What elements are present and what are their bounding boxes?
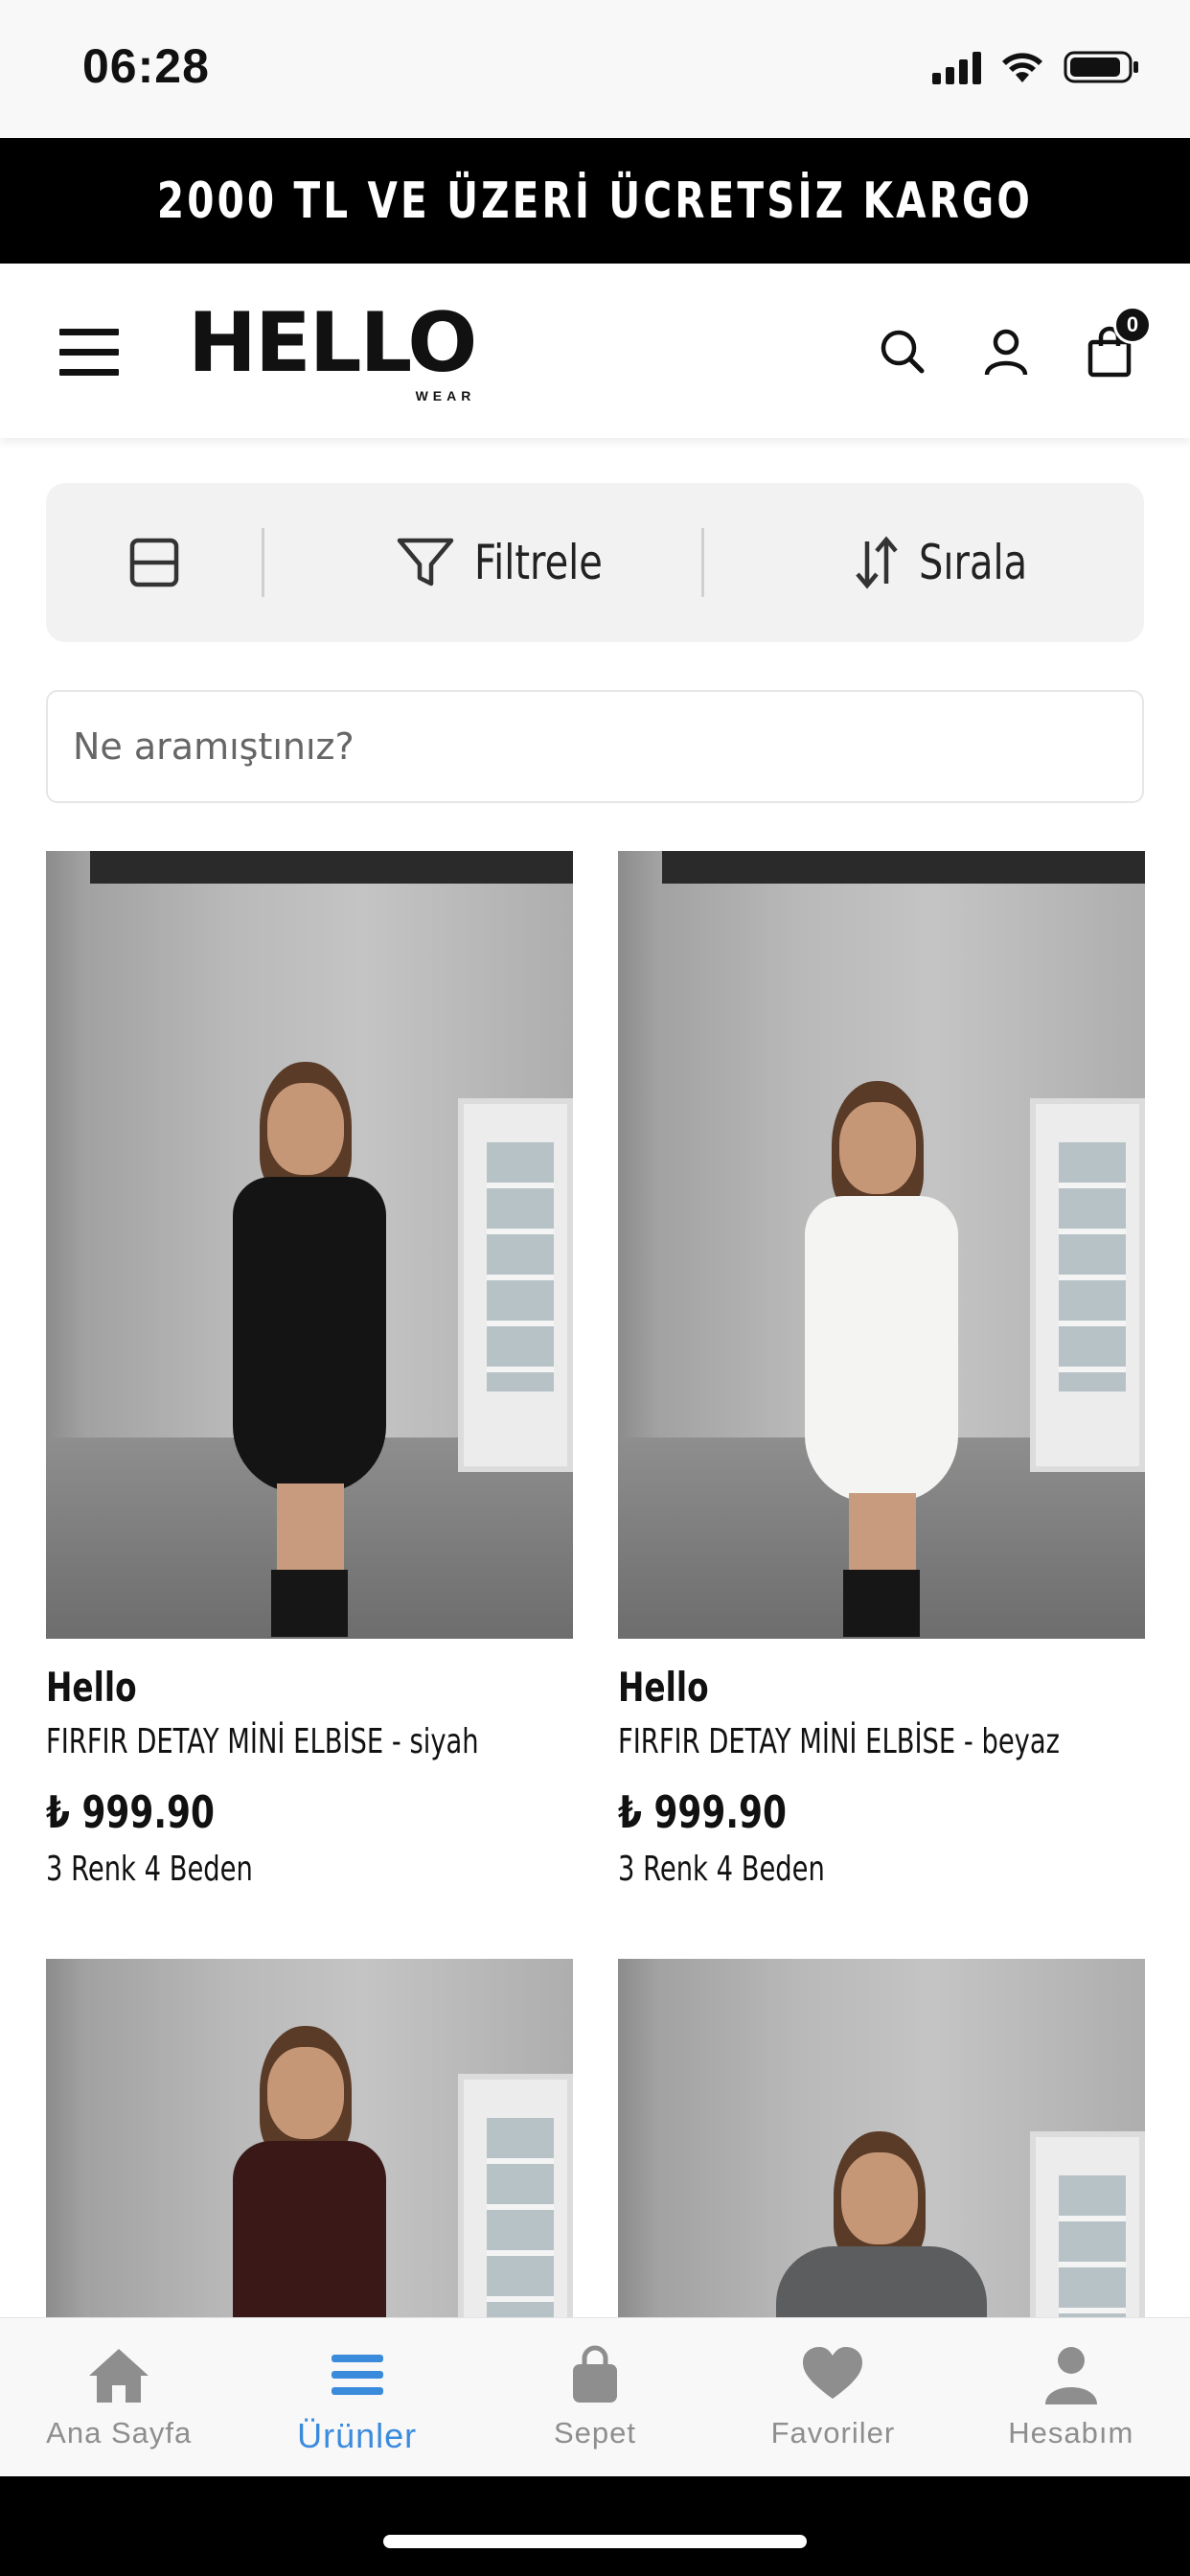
product-image[interactable] [618,851,1145,1639]
filter-button[interactable]: Filtrele [264,483,701,642]
logo[interactable]: HELLO WEAR [188,295,477,403]
tab-ana-sayfa[interactable]: Ana Sayfa [0,2318,238,2476]
product-brand: Hello [618,1664,709,1711]
tab-sepet[interactable]: Sepet [476,2318,714,2476]
tab-label: Ürünler [297,2416,418,2455]
promo-banner[interactable]: 2000 TL VE ÜZERİ ÜCRETSİZ KARGO [0,138,1190,264]
filter-icon [397,538,454,586]
home-icon [89,2349,149,2403]
grid-layout-icon [129,538,178,587]
bag-icon [573,2345,618,2403]
header: HELLO WEAR 0 [0,264,1190,438]
sort-label: Sırala [918,535,1027,590]
product-price: ₺ 999.90 [46,1786,215,1838]
user-icon[interactable] [977,323,1035,380]
product-name[interactable]: FIRFIR DETAY MİNİ ELBİSE - siyah [46,1722,479,1761]
tab-label: Ana Sayfa [46,2416,193,2450]
search-box [46,690,1144,803]
status-time: 06:28 [82,39,210,93]
battery-icon [1064,51,1138,83]
wifi-icon [1002,53,1042,82]
cellular-signal-icon [932,50,981,84]
tab-urunler[interactable]: Ürünler [238,2318,475,2476]
product-name[interactable]: FIRFIR DETAY MİNİ ELBİSE - beyaz [618,1722,1060,1761]
promo-text: 2000 TL VE ÜZERİ ÜCRETSİZ KARGO [156,172,1034,230]
list-icon [331,2355,383,2395]
product-image[interactable] [618,1959,1145,2323]
search-icon[interactable] [874,323,931,380]
tab-label: Hesabım [1008,2416,1134,2450]
bottom-tab-bar: Ana Sayfa Ürünler Sepet Favoriler Hesabı… [0,2317,1190,2476]
tab-hesabim[interactable]: Hesabım [952,2318,1190,2476]
cart-button[interactable]: 0 [1081,306,1152,380]
filter-label: Filtrele [474,535,603,590]
person-icon [1044,2347,1097,2404]
status-bar: 06:28 [0,0,1190,138]
tab-label: Favoriler [770,2416,896,2450]
sort-button[interactable]: Sırala [704,483,1144,642]
tab-favoriler[interactable]: Favoriler [714,2318,951,2476]
status-icons [932,50,1140,84]
product-variants: 3 Renk 4 Beden [618,1850,825,1889]
product-brand: Hello [46,1664,137,1711]
product-variants: 3 Renk 4 Beden [46,1850,253,1889]
home-indicator[interactable] [383,2535,807,2548]
product-card[interactable]: Hello FIRFIR DETAY MİNİ ELBİSE - siyah ₺… [46,851,573,1889]
product-image[interactable] [46,851,573,1639]
home-indicator-area [0,2476,1190,2576]
sort-icon [855,536,898,589]
search-input[interactable] [73,725,1142,768]
product-price: ₺ 999.90 [618,1786,787,1838]
product-image[interactable] [46,1959,573,2323]
menu-icon[interactable] [59,329,121,379]
logo-text: HELLO [188,295,477,391]
heart-icon [803,2347,863,2399]
product-card[interactable] [46,1959,573,2323]
product-toolbar: Filtrele Sırala [46,483,1144,642]
logo-subtext: WEAR [415,388,476,403]
tab-label: Sepet [554,2416,637,2450]
product-card[interactable] [618,1959,1145,2323]
product-card[interactable]: Hello FIRFIR DETAY MİNİ ELBİSE - beyaz ₺… [618,851,1145,1889]
layout-toggle-button[interactable] [46,483,262,642]
cart-count-badge: 0 [1113,306,1152,344]
